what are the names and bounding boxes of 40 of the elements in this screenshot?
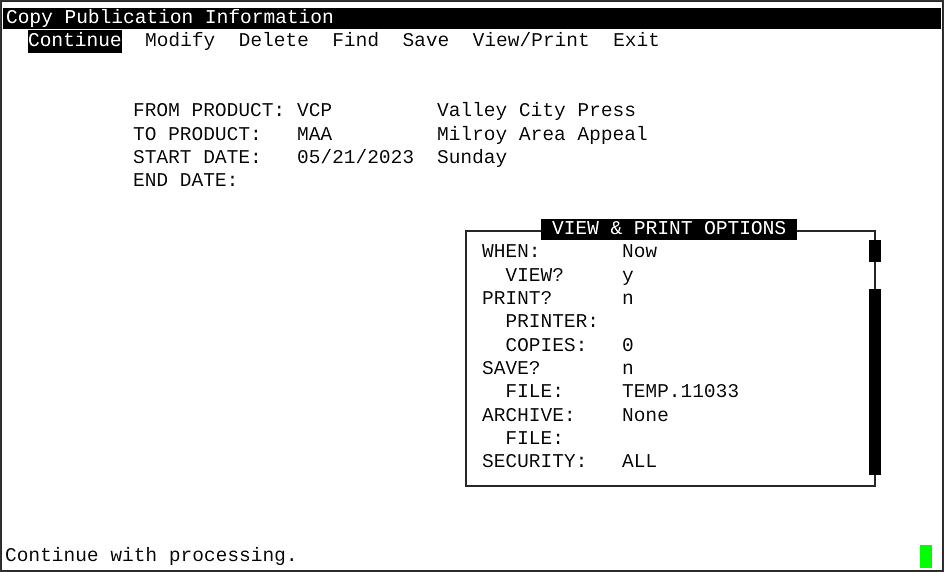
option-value[interactable]: y [622, 264, 634, 288]
field-label: START DATE: [133, 146, 263, 170]
field-label: TO PRODUCT: [133, 124, 263, 147]
menu-item[interactable]: Delete [238, 30, 309, 54]
menu-item[interactable]: Exit [613, 30, 660, 54]
option-label: PRINTER: [504, 311, 600, 335]
menu-item[interactable]: Find [332, 30, 380, 54]
field-label: FROM PRODUCT: [133, 100, 286, 124]
field-description: Milroy Area Appeal [437, 124, 648, 147]
menu-item[interactable]: View/Print [472, 30, 590, 54]
option-value[interactable]: ALL [622, 451, 658, 474]
option-value[interactable]: None [622, 404, 669, 428]
scrollbar-drawing[interactable] [869, 240, 881, 476]
panel-title: VIEW & PRINT OPTIONS [541, 219, 798, 240]
option-label: SECURITY: [482, 451, 588, 474]
option-label: FILE: [504, 381, 565, 405]
option-value[interactable]: TEMP.11033 [622, 381, 740, 405]
cursor-icon [920, 544, 932, 568]
option-label: SAVE? [482, 358, 542, 382]
option-label: COPIES: [504, 334, 588, 358]
option-label: FILE: [504, 428, 565, 452]
field-value[interactable]: MAA [297, 124, 437, 147]
field-label: END DATE: [133, 170, 240, 194]
field-description: Valley City Press [437, 100, 636, 124]
option-label: ARCHIVE: [482, 404, 577, 428]
option-label: VIEW? [504, 264, 565, 288]
menu-item[interactable]: Save [402, 30, 450, 54]
status-message: Continue with processing. [5, 544, 298, 568]
option-value[interactable]: 0 [622, 334, 634, 358]
option-value[interactable]: n [622, 288, 634, 312]
field-value[interactable]: 05/21/2023 [297, 146, 437, 170]
option-label: PRINT? [482, 288, 554, 312]
field-value[interactable]: VCP [297, 100, 437, 124]
menu-item[interactable]: Continue [28, 30, 122, 54]
option-value[interactable]: Now [622, 241, 658, 265]
menu-item[interactable]: Modify [145, 30, 216, 54]
option-label: WHEN: [482, 241, 542, 265]
window-title: Copy Publication Information [3, 8, 941, 29]
option-value[interactable]: n [622, 358, 634, 382]
field-description: Sunday [437, 146, 508, 170]
